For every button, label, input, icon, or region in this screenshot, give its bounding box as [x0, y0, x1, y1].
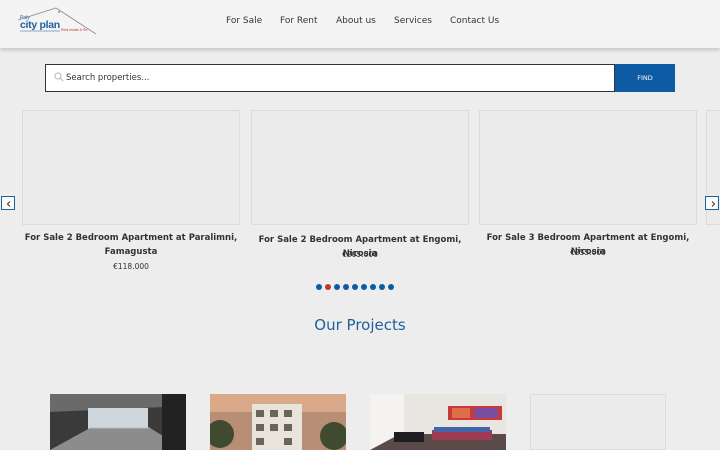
carousel-dot[interactable] — [379, 284, 385, 290]
search-input[interactable] — [66, 65, 606, 91]
project-thumbnail[interactable] — [210, 394, 346, 450]
carousel-prev-button[interactable] — [1, 196, 15, 210]
carousel-dot[interactable] — [388, 284, 394, 290]
search-icon — [54, 72, 64, 82]
project-image-living-room — [370, 394, 506, 450]
chevron-right-icon — [711, 201, 716, 207]
site-header: Poly city plan Real estate & Re For Sale… — [0, 0, 720, 48]
project-image-building — [210, 394, 346, 450]
listing-image[interactable] — [251, 110, 469, 225]
carousel-dot[interactable] — [325, 284, 331, 290]
listing-price: €205.000 — [342, 250, 378, 259]
listing-price: €255.000 — [570, 248, 606, 257]
nav-for-rent[interactable]: For Rent — [280, 16, 318, 26]
nav-for-sale[interactable]: For Sale — [226, 16, 262, 26]
carousel-dot[interactable] — [352, 284, 358, 290]
carousel-dots — [316, 284, 396, 292]
carousel-dot[interactable] — [370, 284, 376, 290]
carousel-next-button[interactable] — [705, 196, 719, 210]
projects-section-title: Our Projects — [314, 316, 406, 334]
nav-contact-us[interactable]: Contact Us — [450, 16, 499, 26]
carousel-dot[interactable] — [316, 284, 322, 290]
search-box — [45, 64, 615, 92]
listing-image[interactable] — [22, 110, 240, 225]
project-thumbnail[interactable] — [530, 394, 666, 450]
listing-price: €118.000 — [113, 262, 149, 271]
listing-image[interactable] — [479, 110, 697, 225]
find-button[interactable]: FIND — [615, 64, 675, 92]
project-thumbnail[interactable] — [50, 394, 186, 450]
nav-services[interactable]: Services — [394, 16, 432, 26]
project-image-interior — [50, 394, 186, 450]
carousel-dot[interactable] — [361, 284, 367, 290]
project-thumbnail[interactable] — [370, 394, 506, 450]
listings-carousel: For Sale 2 Bedroom Apartment at Paralimn… — [0, 110, 720, 300]
main-nav: For Sale For Rent About us Services Cont… — [0, 16, 720, 30]
nav-about-us[interactable]: About us — [336, 16, 376, 26]
property-search: FIND — [45, 64, 675, 92]
listing-title[interactable]: For Sale 2 Bedroom Apartment at Paralimn… — [22, 231, 240, 259]
carousel-dot[interactable] — [334, 284, 340, 290]
chevron-left-icon — [6, 201, 11, 207]
carousel-dot[interactable] — [343, 284, 349, 290]
